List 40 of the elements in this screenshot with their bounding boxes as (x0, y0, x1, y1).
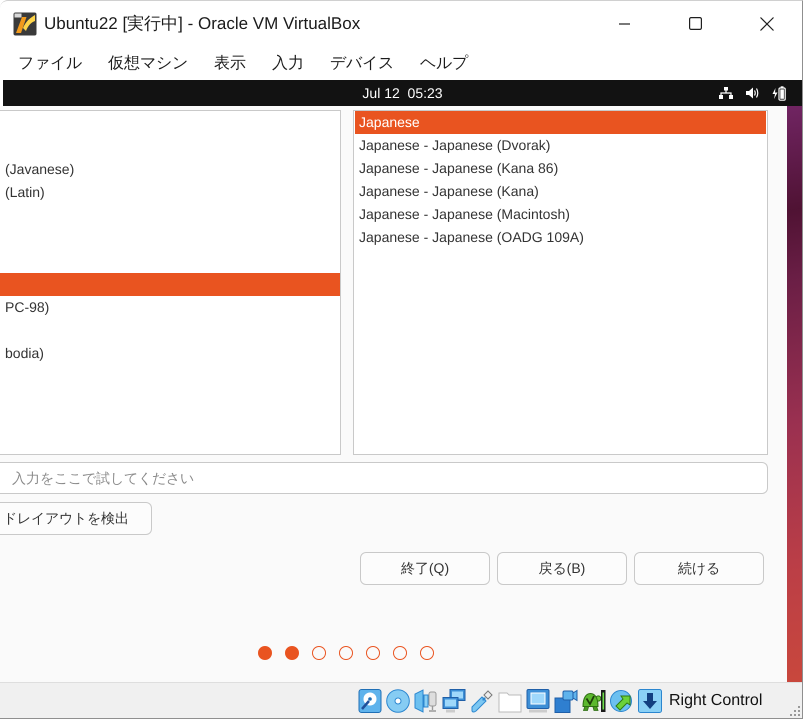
dialog-button[interactable]: 戻る(B) (497, 552, 627, 585)
menu-item[interactable]: 入力 (259, 48, 317, 78)
menu-item[interactable]: デバイス (317, 48, 407, 78)
list-item[interactable]: Japanese - Japanese (OADG 109A) (355, 226, 766, 249)
text-field[interactable]: 入力をここで試してください (0, 462, 768, 494)
list-item[interactable]: Japanese - Japanese (Dvorak) (355, 134, 766, 157)
arrow-circle-icon[interactable] (610, 688, 634, 712)
list-item[interactable]: PC-98) (0, 296, 340, 319)
menu-item[interactable]: ヘルプ (407, 48, 481, 78)
turtle-icon[interactable] (582, 688, 606, 712)
dialog-button[interactable]: 続ける (634, 552, 764, 585)
list-item[interactable]: Japanese - Japanese (Macintosh) (355, 203, 766, 226)
monitors-icon[interactable] (442, 688, 466, 712)
maximize-icon (689, 17, 702, 30)
list-item[interactable]: bodia) (0, 342, 340, 365)
host-key-text: Right Control (669, 692, 762, 710)
menu-item[interactable]: 表示 (201, 48, 259, 78)
app-icon (13, 12, 37, 36)
minimize-icon (619, 22, 630, 24)
clock-text[interactable]: Jul 12 05:23 (362, 85, 443, 101)
volume-icon[interactable] (746, 87, 759, 99)
list-item[interactable]: Japanese (355, 111, 766, 134)
disc-icon[interactable] (386, 688, 410, 712)
window-title: Ubuntu22 [実行中] - Oracle VM VirtualBox (44, 13, 360, 35)
speaker-icon[interactable] (414, 688, 438, 712)
list-item[interactable]: Japanese - Japanese (Kana 86) (355, 157, 766, 180)
camera-icon[interactable] (554, 688, 578, 712)
network-icon[interactable] (719, 87, 733, 99)
menu-item[interactable]: ファイル (5, 48, 95, 78)
detect-layout-button[interactable]: ドレイアウトを検出 (0, 502, 152, 535)
menu-item[interactable]: 仮想マシン (95, 48, 201, 78)
close-icon (760, 16, 774, 30)
usb-plug-icon[interactable] (470, 688, 494, 712)
monitor-icon[interactable] (526, 688, 550, 712)
list-item[interactable]: (Latin) (0, 181, 340, 204)
list-item[interactable]: Japanese - Japanese (Kana) (355, 180, 766, 203)
dialog-button[interactable]: 終了(Q) (360, 552, 490, 585)
resize-grip[interactable] (790, 706, 800, 716)
battery-icon[interactable] (772, 86, 786, 100)
list-item[interactable]: (Javanese) (0, 158, 340, 181)
